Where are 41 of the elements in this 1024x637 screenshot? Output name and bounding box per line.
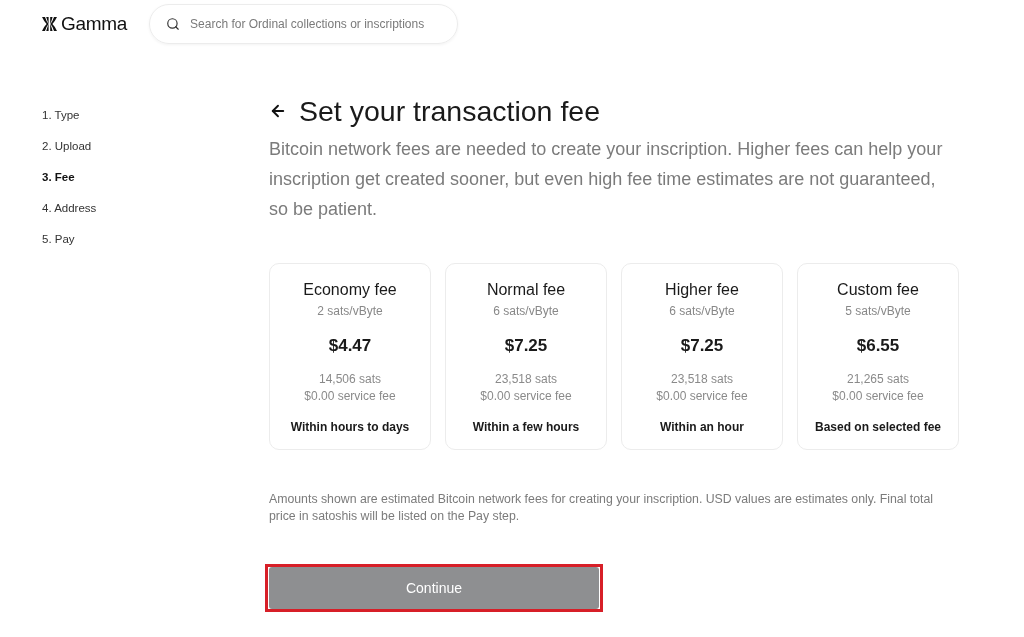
fee-name: Economy fee: [303, 280, 397, 300]
service-fee: $0.00 service fee: [480, 388, 572, 405]
step-link[interactable]: 3. Fee: [42, 169, 75, 185]
fee-option-card[interactable]: Economy fee 2 sats/vByte $4.47 14,506 sats $0.00 service fee Within hours to days: [269, 263, 431, 450]
fee-option-card[interactable]: Higher fee 6 sats/vByte $7.25 23,518 sats $0.00 service fee Within an hour: [621, 263, 783, 450]
back-button[interactable]: [269, 102, 287, 120]
service-fee: $0.00 service fee: [656, 388, 748, 405]
fee-option-card[interactable]: Normal fee 6 sats/vByte $7.25 23,518 sats $0.00 service fee Within a few hours: [445, 263, 607, 450]
fee-name: Higher fee: [665, 280, 739, 300]
fee-sats: 23,518 sats: [494, 371, 557, 388]
fee-price: $7.25: [680, 335, 724, 357]
fee-sats: 14,506 sats: [318, 371, 381, 388]
step-link[interactable]: 5. Pay: [42, 231, 75, 247]
fee-name: Custom fee: [837, 280, 919, 300]
fee-rate: 5 sats/vByte: [845, 303, 911, 319]
fee-option-card[interactable]: Custom fee 5 sats/vByte $6.55 21,265 sats $0.00 service fee Based on selected fee: [797, 263, 959, 450]
footnote-text: Amounts shown are estimated Bitcoin network fees for creating your inscription. USD values are estimates only. Final total price in satoshis will be listed on the Pay step.: [269, 491, 935, 525]
step-link[interactable]: 1. Type: [42, 107, 80, 123]
service-fee: $0.00 service fee: [304, 388, 396, 405]
time-estimate: Within a few hours: [472, 419, 580, 436]
fee-sats: 21,265 sats: [846, 371, 909, 388]
fee-rate: 6 sats/vByte: [669, 303, 735, 319]
step-link[interactable]: 2. Upload: [42, 138, 92, 154]
description-text: Bitcoin network fees are needed to create your inscription. Higher fees can help your inscription get created sooner, but even high fee time estimates are not guaranteed, so be patient.: [269, 138, 944, 221]
logo-text[interactable]: Gamma: [61, 13, 128, 35]
service-fee: $0.00 service fee: [832, 388, 924, 405]
fee-name: Normal fee: [486, 280, 566, 300]
fee-price: $6.55: [856, 335, 900, 357]
fee-price: $7.25: [504, 335, 548, 357]
fee-sats: 23,518 sats: [670, 371, 733, 388]
search-icon: [166, 17, 181, 31]
time-estimate: Based on selected fee: [814, 419, 942, 436]
fee-rate: 6 sats/vByte: [493, 303, 559, 319]
fee-rate: 2 sats/vByte: [317, 303, 383, 319]
time-estimate: Within hours to days: [290, 419, 410, 436]
logo-icon: [42, 17, 57, 31]
step-link[interactable]: 4. Address: [42, 200, 97, 216]
fee-price: $4.47: [328, 335, 372, 357]
page-title: Set your transaction fee: [299, 94, 600, 128]
search-input[interactable]: Search for Ordinal collections or inscriptions: [190, 17, 446, 31]
time-estimate: Within an hour: [660, 419, 744, 436]
